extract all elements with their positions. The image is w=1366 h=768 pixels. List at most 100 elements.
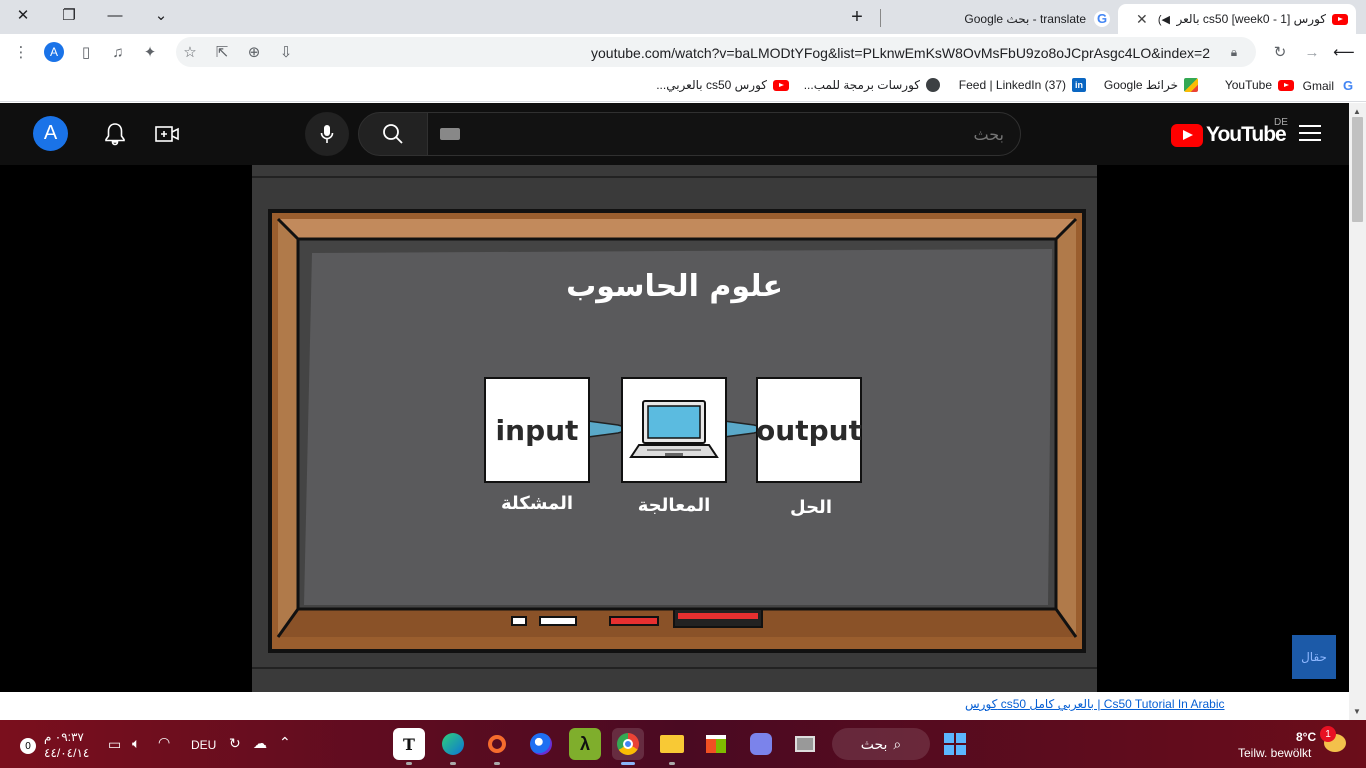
reload-icon[interactable]: ↻: [1268, 40, 1292, 64]
close-tab-icon[interactable]: ✕: [1134, 11, 1150, 28]
slide-title: علوم الحاسوب: [566, 269, 783, 304]
bookmark-label: Gmail: [1302, 79, 1334, 93]
address-bar[interactable]: ☆ ⇱ ⊕ ⇩ youtube.com/watch?v=baLMODtYFog&…: [176, 37, 1256, 67]
wifi-icon[interactable]: ◠: [158, 734, 170, 751]
chrome-icon[interactable]: [612, 728, 644, 765]
minimize-window-button[interactable]: —: [92, 0, 138, 30]
bookmark-star-icon[interactable]: ☆: [178, 40, 202, 64]
bookmark-gmail[interactable]: G Gmail: [1303, 78, 1356, 94]
voice-search-button[interactable]: [305, 112, 349, 156]
weather-temp[interactable]: 8°C: [1296, 730, 1316, 744]
lock-icon[interactable]: 🔒︎: [1222, 40, 1246, 64]
bookmark-label: YouTube: [1224, 78, 1272, 92]
language-indicator[interactable]: DEU: [191, 738, 216, 752]
edge-icon[interactable]: [437, 728, 469, 765]
notifications-bell-icon[interactable]: [103, 122, 127, 146]
below-video-area: كورس cs50 بالعربي كامل | Cs50 Tutorial I…: [0, 692, 1349, 720]
taskbar-search[interactable]: بحث ⌕: [832, 728, 930, 760]
keyboard-icon[interactable]: [440, 128, 460, 140]
lambda-icon[interactable]: λ: [569, 728, 601, 760]
create-video-icon[interactable]: [155, 122, 179, 146]
battery-icon[interactable]: ▭: [108, 736, 121, 753]
restore-window-button[interactable]: ❐: [46, 0, 92, 30]
youtube-favicon-icon: [773, 79, 789, 91]
input-box: input: [484, 377, 590, 483]
typora-icon[interactable]: T: [393, 728, 425, 765]
scroll-down-icon[interactable]: ▼: [1353, 707, 1361, 716]
youtube-logo[interactable]: YouTube DE: [1171, 117, 1288, 147]
bookmark-google-maps[interactable]: خرائط Google: [1104, 78, 1198, 92]
clock-time[interactable]: ٠٩:٣٧ م: [44, 730, 84, 744]
tab-title: translate - بحث Google: [964, 12, 1086, 26]
solution-caption: الحل: [790, 497, 832, 518]
microsoft-store-icon[interactable]: [700, 728, 732, 760]
menu-icon[interactable]: [1299, 125, 1321, 146]
bookmark-linkedin[interactable]: in (37) Feed | LinkedIn: [959, 78, 1086, 92]
region-code: DE: [1274, 117, 1288, 128]
account-avatar[interactable]: A: [33, 116, 68, 151]
browser-toolbar: ⋮ A ▯ ♫ ✦ ☆ ⇱ ⊕ ⇩ youtube.com/watch?v=ba…: [0, 34, 1366, 70]
tab-google-translate[interactable]: G translate - بحث Google: [888, 4, 1118, 34]
task-view-icon[interactable]: [789, 728, 821, 760]
profile-avatar: A: [44, 42, 64, 62]
file-explorer-icon[interactable]: [656, 728, 688, 765]
laptop-icon: [629, 400, 719, 458]
forward-arrow-icon[interactable]: →: [1300, 40, 1324, 64]
zoom-icon[interactable]: ⊕: [242, 40, 266, 64]
weather-badge: 1: [1320, 726, 1336, 742]
side-panel-icon[interactable]: ▯: [74, 40, 98, 64]
bookmark-label: (37) Feed | LinkedIn: [958, 78, 1066, 92]
channel-watermark[interactable]: حقال: [1292, 635, 1336, 679]
chevron-up-icon[interactable]: ⌃: [279, 734, 291, 751]
tab-strip: ✕ ❐ — ⌄ + G translate - بحث Google كورس …: [0, 0, 1366, 34]
weather-description[interactable]: Teilw. bewölkt: [1238, 746, 1311, 760]
youtube-play-icon: [1171, 123, 1203, 147]
video-title-link[interactable]: كورس cs50 بالعربي كامل | Cs50 Tutorial I…: [965, 697, 1225, 711]
profile-button[interactable]: A: [42, 40, 66, 64]
search-input[interactable]: [484, 125, 1004, 144]
onedrive-cloud-icon[interactable]: ☁: [253, 735, 267, 752]
scroll-thumb[interactable]: [1352, 117, 1363, 222]
firefox-icon[interactable]: [525, 728, 557, 760]
kebab-menu-icon[interactable]: ⋮: [9, 40, 33, 64]
maps-favicon-icon: [1184, 78, 1198, 92]
globe-favicon-icon: [926, 78, 940, 92]
youtube-page: A YouTube DE: [0, 103, 1349, 720]
bookmark-cs50-arabic[interactable]: كورس cs50 بالعربي...: [656, 78, 789, 92]
page-scrollbar[interactable]: ▲ ▼: [1349, 103, 1366, 720]
tab-search-button[interactable]: ⌄: [138, 0, 184, 30]
bookmark-label: كورس cs50 بالعربي...: [656, 78, 767, 92]
microphone-icon: [320, 125, 334, 143]
bookmark-programming-courses[interactable]: كورسات برمجة للمب...: [804, 78, 940, 92]
bookmarks-bar: G Gmail YouTube خرائط Google in (37) Fee…: [0, 70, 1366, 102]
share-icon[interactable]: ⇱: [210, 40, 234, 64]
close-window-button[interactable]: ✕: [0, 0, 46, 30]
back-arrow-icon[interactable]: ⟵: [1332, 40, 1356, 64]
chevron-down-icon: ⌄: [154, 7, 168, 24]
teams-icon[interactable]: [745, 728, 777, 760]
windows-start-icon[interactable]: [944, 733, 966, 755]
volume-icon[interactable]: 🔈︎: [132, 735, 140, 752]
audio-playing-icon[interactable]: ◀): [1158, 13, 1170, 26]
tab-youtube-cs50[interactable]: كورس [1 - week0] cs50 بالعربي ◀) ✕: [1118, 4, 1356, 34]
extensions-icon[interactable]: ✦: [138, 40, 162, 64]
bookmark-youtube[interactable]: YouTube: [1225, 78, 1294, 92]
taskbar-search-label: بحث: [860, 735, 888, 752]
box-label: output: [756, 413, 862, 447]
notification-count[interactable]: 0: [20, 738, 36, 754]
windows-taskbar: 0 ٠٩:٣٧ م ٤٤/٠٤/١٤ ▭ 🔈︎ ◠ DEU ↻ ☁ ⌃ T λ …: [0, 720, 1366, 768]
search-button[interactable]: [358, 112, 428, 156]
sync-icon[interactable]: ↻: [229, 735, 241, 752]
install-app-icon[interactable]: ⇩: [274, 40, 298, 64]
output-box: output: [756, 377, 862, 483]
media-controls-icon[interactable]: ♫: [106, 40, 130, 64]
search-box[interactable]: [427, 112, 1021, 156]
origin-icon[interactable]: [481, 728, 513, 765]
new-tab-button[interactable]: +: [834, 2, 880, 32]
scroll-up-icon[interactable]: ▲: [1353, 107, 1361, 116]
google-favicon-icon: G: [1094, 11, 1110, 27]
video-player[interactable]: علوم الحاسوب input output المشكلة المعال…: [252, 165, 1097, 692]
bookmark-label: خرائط Google: [1103, 78, 1178, 92]
clock-date[interactable]: ٤٤/٠٤/١٤: [44, 746, 89, 760]
youtube-favicon-icon: [1332, 13, 1348, 25]
